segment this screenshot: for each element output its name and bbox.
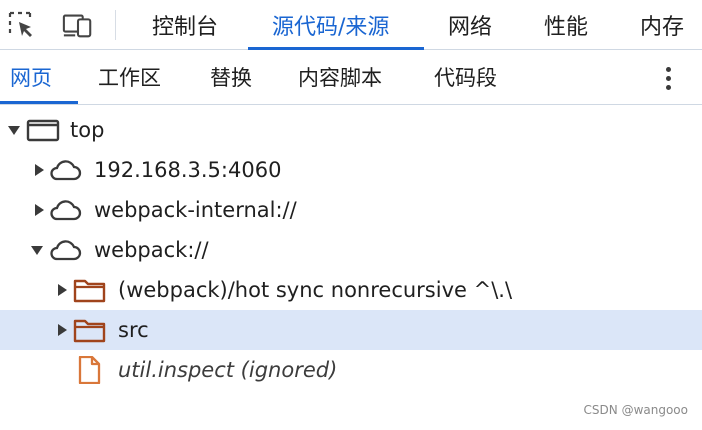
tab-page[interactable]: 网页 bbox=[10, 50, 52, 104]
cloud-icon bbox=[50, 160, 82, 181]
device-toolbar-icon[interactable] bbox=[62, 9, 94, 41]
caret-right-icon[interactable] bbox=[55, 323, 69, 337]
tree-item-host[interactable]: 192.168.3.5:4060 bbox=[0, 150, 702, 190]
toolbar-divider bbox=[115, 10, 116, 40]
folder-icon bbox=[73, 319, 106, 343]
watermark: CSDN @wangooo bbox=[583, 403, 688, 417]
tab-workspace[interactable]: 工作区 bbox=[98, 50, 161, 104]
tab-network[interactable]: 网络 bbox=[448, 0, 492, 50]
tab-content-scripts[interactable]: 内容脚本 bbox=[298, 50, 382, 104]
cloud-icon bbox=[50, 200, 82, 221]
tree-item-label: top bbox=[70, 118, 105, 142]
more-options-icon[interactable] bbox=[656, 62, 680, 94]
frame-icon bbox=[26, 119, 60, 142]
tab-sources[interactable]: 源代码/来源 bbox=[272, 0, 389, 50]
tree-item-label: src bbox=[118, 318, 149, 342]
caret-down-icon[interactable] bbox=[30, 243, 44, 257]
tree-item-label: webpack-internal:// bbox=[94, 198, 297, 222]
tab-console[interactable]: 控制台 bbox=[152, 0, 218, 50]
tab-performance[interactable]: 性能 bbox=[544, 0, 588, 50]
tree-item-label: (webpack)/hot sync nonrecursive ^\.\ bbox=[118, 278, 513, 302]
tab-snippets[interactable]: 代码段 bbox=[434, 50, 497, 104]
folder-icon bbox=[73, 279, 106, 303]
tree-item-label: 192.168.3.5:4060 bbox=[94, 158, 282, 182]
tree-item-label: webpack:// bbox=[94, 238, 209, 262]
tree-item-webpack[interactable]: webpack:// bbox=[0, 230, 702, 270]
tree-item-hot-sync[interactable]: (webpack)/hot sync nonrecursive ^\.\ bbox=[0, 270, 702, 310]
caret-right-icon[interactable] bbox=[32, 163, 46, 177]
tab-overrides[interactable]: 替换 bbox=[210, 50, 252, 104]
caret-down-icon[interactable] bbox=[7, 123, 21, 137]
tree-item-src[interactable]: src bbox=[0, 310, 702, 350]
active-subtab-indicator bbox=[0, 101, 78, 104]
main-toolbar: 控制台 源代码/来源 网络 性能 内存 bbox=[0, 0, 702, 50]
tree-item-label: util.inspect (ignored) bbox=[118, 358, 338, 382]
caret-right-icon[interactable] bbox=[55, 283, 69, 297]
tree-item-top[interactable]: top bbox=[0, 110, 702, 150]
tab-memory[interactable]: 内存 bbox=[640, 0, 684, 50]
cloud-icon bbox=[50, 240, 82, 261]
file-icon bbox=[78, 356, 101, 384]
sources-subtabs: 网页 工作区 替换 内容脚本 代码段 bbox=[0, 50, 702, 105]
tree-item-util-inspect[interactable]: util.inspect (ignored) bbox=[0, 350, 702, 390]
caret-right-icon[interactable] bbox=[32, 203, 46, 217]
inspect-element-icon[interactable] bbox=[6, 9, 38, 41]
tree-item-webpack-internal[interactable]: webpack-internal:// bbox=[0, 190, 702, 230]
